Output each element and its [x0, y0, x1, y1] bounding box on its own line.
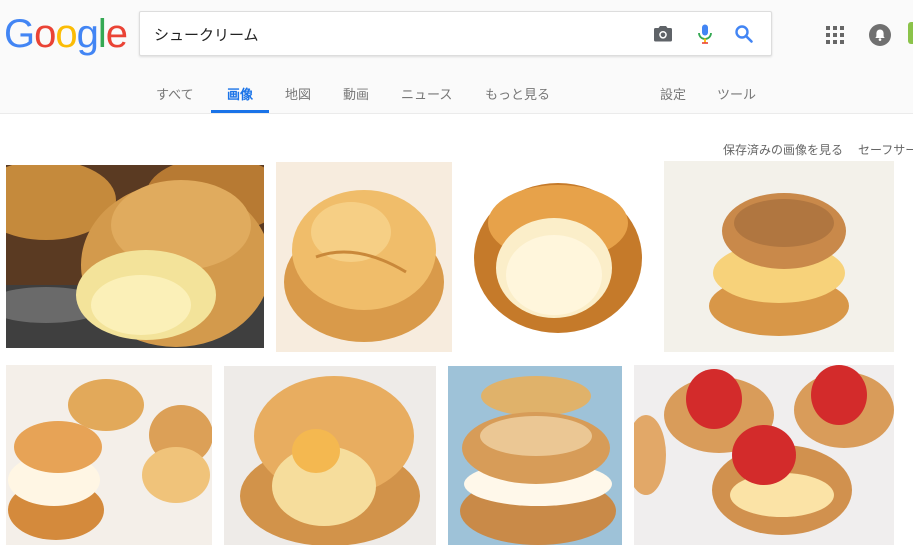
microphone-icon[interactable]	[693, 22, 717, 46]
image-result-thumbnail[interactable]	[464, 163, 652, 348]
settings-link[interactable]: 設定	[660, 84, 686, 103]
image-result-thumbnail[interactable]	[224, 366, 436, 545]
tab-all[interactable]: すべて	[156, 84, 194, 103]
image-result-thumbnail[interactable]	[6, 365, 212, 545]
notifications-icon[interactable]	[869, 24, 891, 46]
tab-maps[interactable]: 地図	[285, 84, 311, 103]
saved-images-link[interactable]: 保存済みの画像を見る	[723, 141, 843, 158]
google-logo[interactable]: Google	[4, 10, 128, 58]
tools-link[interactable]: ツール	[717, 84, 756, 103]
image-result-thumbnail[interactable]	[6, 165, 264, 348]
safesearch-link[interactable]: セーフサーチ	[858, 141, 913, 158]
search-box	[139, 11, 772, 56]
logo-letter: G	[4, 12, 35, 56]
logo-letter: o	[34, 12, 56, 56]
tab-news[interactable]: ニュース	[401, 84, 452, 103]
camera-icon[interactable]	[651, 22, 675, 46]
image-result-thumbnail[interactable]	[276, 162, 452, 352]
header: Google すべて 画像 地図 動画 ニュース もっと見る 設定 ツール	[0, 0, 913, 114]
tab-more[interactable]: もっと見る	[485, 84, 550, 103]
image-result-thumbnail[interactable]	[448, 366, 622, 545]
logo-letter: l	[97, 12, 107, 56]
image-result-thumbnail[interactable]	[664, 161, 894, 352]
apps-grid-icon[interactable]	[826, 26, 844, 44]
tab-videos[interactable]: 動画	[343, 84, 369, 103]
tab-images[interactable]: 画像	[227, 84, 253, 103]
logo-letter: o	[55, 12, 77, 56]
active-tab-indicator	[211, 110, 269, 113]
account-avatar-edge[interactable]	[908, 22, 913, 44]
image-result-thumbnail[interactable]	[634, 365, 894, 545]
logo-letter: g	[76, 12, 99, 56]
search-input[interactable]	[154, 19, 634, 49]
logo-letter: e	[105, 12, 128, 56]
search-tabs: すべて 画像 地図 動画 ニュース もっと見る 設定 ツール	[0, 80, 913, 114]
search-icon[interactable]	[732, 22, 756, 46]
